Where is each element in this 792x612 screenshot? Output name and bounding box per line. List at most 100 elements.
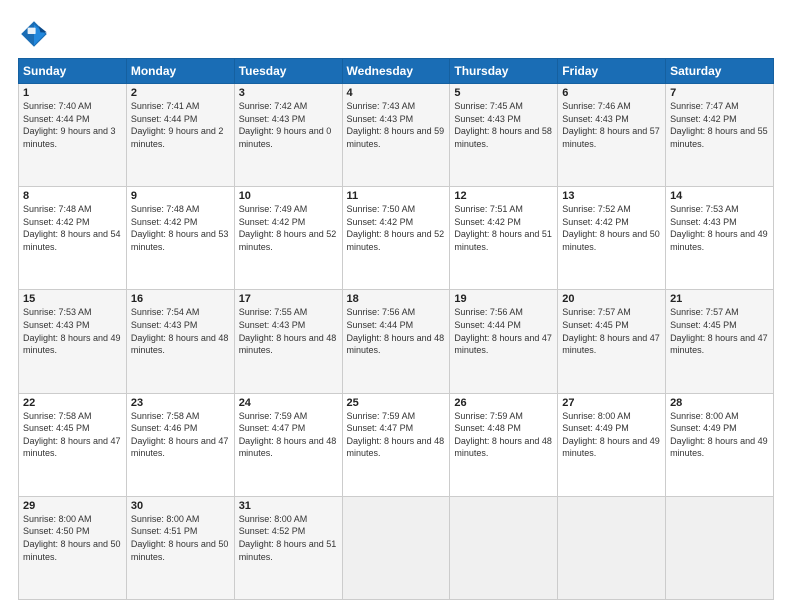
calendar-body: 1Sunrise: 7:40 AMSunset: 4:44 PMDaylight… bbox=[19, 84, 774, 600]
day-number: 19 bbox=[454, 293, 553, 305]
day-number: 25 bbox=[347, 397, 446, 409]
day-detail: Sunrise: 7:56 AMSunset: 4:44 PMDaylight:… bbox=[347, 306, 446, 356]
day-number: 16 bbox=[131, 293, 230, 305]
day-number: 18 bbox=[347, 293, 446, 305]
day-number: 13 bbox=[562, 190, 661, 202]
calendar-cell: 21Sunrise: 7:57 AMSunset: 4:45 PMDayligh… bbox=[666, 290, 774, 393]
day-number: 26 bbox=[454, 397, 553, 409]
calendar-cell bbox=[558, 496, 666, 599]
calendar-header-monday: Monday bbox=[126, 59, 234, 84]
day-number: 14 bbox=[670, 190, 769, 202]
calendar-cell: 31Sunrise: 8:00 AMSunset: 4:52 PMDayligh… bbox=[234, 496, 342, 599]
calendar-cell: 8Sunrise: 7:48 AMSunset: 4:42 PMDaylight… bbox=[19, 187, 127, 290]
logo bbox=[18, 18, 54, 50]
day-detail: Sunrise: 7:52 AMSunset: 4:42 PMDaylight:… bbox=[562, 203, 661, 253]
calendar-header-tuesday: Tuesday bbox=[234, 59, 342, 84]
calendar-cell: 23Sunrise: 7:58 AMSunset: 4:46 PMDayligh… bbox=[126, 393, 234, 496]
day-detail: Sunrise: 7:48 AMSunset: 4:42 PMDaylight:… bbox=[23, 203, 122, 253]
day-number: 9 bbox=[131, 190, 230, 202]
calendar-header-row: SundayMondayTuesdayWednesdayThursdayFrid… bbox=[19, 59, 774, 84]
day-detail: Sunrise: 7:56 AMSunset: 4:44 PMDaylight:… bbox=[454, 306, 553, 356]
day-number: 27 bbox=[562, 397, 661, 409]
day-detail: Sunrise: 7:53 AMSunset: 4:43 PMDaylight:… bbox=[670, 203, 769, 253]
day-detail: Sunrise: 7:57 AMSunset: 4:45 PMDaylight:… bbox=[562, 306, 661, 356]
calendar-header-wednesday: Wednesday bbox=[342, 59, 450, 84]
calendar-header-saturday: Saturday bbox=[666, 59, 774, 84]
day-detail: Sunrise: 7:55 AMSunset: 4:43 PMDaylight:… bbox=[239, 306, 338, 356]
day-number: 4 bbox=[347, 87, 446, 99]
day-detail: Sunrise: 7:53 AMSunset: 4:43 PMDaylight:… bbox=[23, 306, 122, 356]
calendar-cell: 1Sunrise: 7:40 AMSunset: 4:44 PMDaylight… bbox=[19, 84, 127, 187]
day-number: 10 bbox=[239, 190, 338, 202]
calendar-week-row: 29Sunrise: 8:00 AMSunset: 4:50 PMDayligh… bbox=[19, 496, 774, 599]
day-number: 29 bbox=[23, 500, 122, 512]
calendar-cell: 4Sunrise: 7:43 AMSunset: 4:43 PMDaylight… bbox=[342, 84, 450, 187]
day-detail: Sunrise: 7:57 AMSunset: 4:45 PMDaylight:… bbox=[670, 306, 769, 356]
day-detail: Sunrise: 7:59 AMSunset: 4:47 PMDaylight:… bbox=[347, 410, 446, 460]
calendar-cell bbox=[342, 496, 450, 599]
day-detail: Sunrise: 7:43 AMSunset: 4:43 PMDaylight:… bbox=[347, 100, 446, 150]
day-number: 30 bbox=[131, 500, 230, 512]
calendar-header-thursday: Thursday bbox=[450, 59, 558, 84]
day-detail: Sunrise: 7:50 AMSunset: 4:42 PMDaylight:… bbox=[347, 203, 446, 253]
day-detail: Sunrise: 8:00 AMSunset: 4:51 PMDaylight:… bbox=[131, 513, 230, 563]
calendar-cell: 17Sunrise: 7:55 AMSunset: 4:43 PMDayligh… bbox=[234, 290, 342, 393]
day-number: 21 bbox=[670, 293, 769, 305]
calendar-cell: 24Sunrise: 7:59 AMSunset: 4:47 PMDayligh… bbox=[234, 393, 342, 496]
day-detail: Sunrise: 7:49 AMSunset: 4:42 PMDaylight:… bbox=[239, 203, 338, 253]
day-detail: Sunrise: 7:54 AMSunset: 4:43 PMDaylight:… bbox=[131, 306, 230, 356]
calendar-cell: 12Sunrise: 7:51 AMSunset: 4:42 PMDayligh… bbox=[450, 187, 558, 290]
calendar-week-row: 22Sunrise: 7:58 AMSunset: 4:45 PMDayligh… bbox=[19, 393, 774, 496]
calendar-cell: 5Sunrise: 7:45 AMSunset: 4:43 PMDaylight… bbox=[450, 84, 558, 187]
day-number: 15 bbox=[23, 293, 122, 305]
calendar-cell bbox=[450, 496, 558, 599]
day-detail: Sunrise: 7:59 AMSunset: 4:48 PMDaylight:… bbox=[454, 410, 553, 460]
calendar-cell: 28Sunrise: 8:00 AMSunset: 4:49 PMDayligh… bbox=[666, 393, 774, 496]
day-detail: Sunrise: 7:45 AMSunset: 4:43 PMDaylight:… bbox=[454, 100, 553, 150]
day-detail: Sunrise: 8:00 AMSunset: 4:49 PMDaylight:… bbox=[670, 410, 769, 460]
calendar-cell: 10Sunrise: 7:49 AMSunset: 4:42 PMDayligh… bbox=[234, 187, 342, 290]
day-number: 20 bbox=[562, 293, 661, 305]
day-number: 6 bbox=[562, 87, 661, 99]
calendar-cell: 30Sunrise: 8:00 AMSunset: 4:51 PMDayligh… bbox=[126, 496, 234, 599]
calendar-cell: 2Sunrise: 7:41 AMSunset: 4:44 PMDaylight… bbox=[126, 84, 234, 187]
day-number: 8 bbox=[23, 190, 122, 202]
calendar-cell: 25Sunrise: 7:59 AMSunset: 4:47 PMDayligh… bbox=[342, 393, 450, 496]
calendar-cell: 3Sunrise: 7:42 AMSunset: 4:43 PMDaylight… bbox=[234, 84, 342, 187]
calendar-cell: 6Sunrise: 7:46 AMSunset: 4:43 PMDaylight… bbox=[558, 84, 666, 187]
day-detail: Sunrise: 7:41 AMSunset: 4:44 PMDaylight:… bbox=[131, 100, 230, 150]
calendar-week-row: 15Sunrise: 7:53 AMSunset: 4:43 PMDayligh… bbox=[19, 290, 774, 393]
day-detail: Sunrise: 7:51 AMSunset: 4:42 PMDaylight:… bbox=[454, 203, 553, 253]
page: SundayMondayTuesdayWednesdayThursdayFrid… bbox=[0, 0, 792, 612]
day-number: 3 bbox=[239, 87, 338, 99]
calendar-week-row: 8Sunrise: 7:48 AMSunset: 4:42 PMDaylight… bbox=[19, 187, 774, 290]
calendar-table: SundayMondayTuesdayWednesdayThursdayFrid… bbox=[18, 58, 774, 600]
logo-icon bbox=[18, 18, 50, 50]
calendar-cell: 29Sunrise: 8:00 AMSunset: 4:50 PMDayligh… bbox=[19, 496, 127, 599]
day-number: 22 bbox=[23, 397, 122, 409]
calendar-cell: 15Sunrise: 7:53 AMSunset: 4:43 PMDayligh… bbox=[19, 290, 127, 393]
day-detail: Sunrise: 7:48 AMSunset: 4:42 PMDaylight:… bbox=[131, 203, 230, 253]
day-detail: Sunrise: 8:00 AMSunset: 4:52 PMDaylight:… bbox=[239, 513, 338, 563]
day-number: 28 bbox=[670, 397, 769, 409]
calendar-cell: 9Sunrise: 7:48 AMSunset: 4:42 PMDaylight… bbox=[126, 187, 234, 290]
calendar-header-friday: Friday bbox=[558, 59, 666, 84]
calendar-cell: 18Sunrise: 7:56 AMSunset: 4:44 PMDayligh… bbox=[342, 290, 450, 393]
day-number: 23 bbox=[131, 397, 230, 409]
calendar-cell: 20Sunrise: 7:57 AMSunset: 4:45 PMDayligh… bbox=[558, 290, 666, 393]
day-detail: Sunrise: 7:46 AMSunset: 4:43 PMDaylight:… bbox=[562, 100, 661, 150]
day-number: 2 bbox=[131, 87, 230, 99]
calendar-cell: 22Sunrise: 7:58 AMSunset: 4:45 PMDayligh… bbox=[19, 393, 127, 496]
day-detail: Sunrise: 7:59 AMSunset: 4:47 PMDaylight:… bbox=[239, 410, 338, 460]
day-number: 24 bbox=[239, 397, 338, 409]
day-number: 5 bbox=[454, 87, 553, 99]
calendar-cell: 27Sunrise: 8:00 AMSunset: 4:49 PMDayligh… bbox=[558, 393, 666, 496]
day-number: 31 bbox=[239, 500, 338, 512]
day-detail: Sunrise: 7:47 AMSunset: 4:42 PMDaylight:… bbox=[670, 100, 769, 150]
calendar-cell: 14Sunrise: 7:53 AMSunset: 4:43 PMDayligh… bbox=[666, 187, 774, 290]
day-number: 12 bbox=[454, 190, 553, 202]
calendar-cell: 16Sunrise: 7:54 AMSunset: 4:43 PMDayligh… bbox=[126, 290, 234, 393]
day-number: 1 bbox=[23, 87, 122, 99]
day-number: 17 bbox=[239, 293, 338, 305]
calendar-cell: 13Sunrise: 7:52 AMSunset: 4:42 PMDayligh… bbox=[558, 187, 666, 290]
